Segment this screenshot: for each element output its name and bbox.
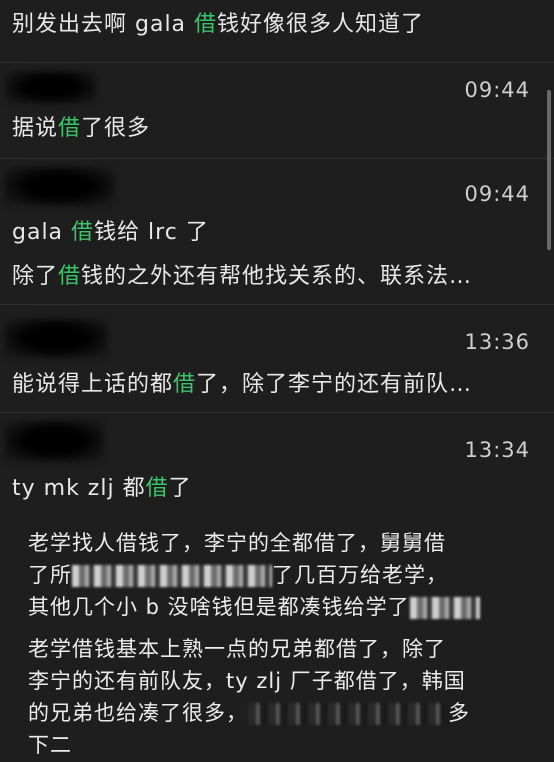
message-text[interactable]: 据说借了很多 — [12, 110, 150, 142]
quote-line: 李宁的还有前队友，ty zlj 厂子都借了，韩国 — [28, 669, 466, 693]
quote-line: 的兄弟也给凑了很多，多 — [28, 701, 470, 725]
highlight-keyword: 借 — [173, 372, 197, 397]
quote-line: 其他几个小 b 没啥钱但是都凑钱给学了 — [28, 590, 480, 624]
highlight-keyword: 借 — [194, 12, 218, 37]
divider — [0, 304, 554, 305]
scrollbar[interactable] — [547, 90, 551, 250]
message-text[interactable]: gala 借钱给 lrc 了 — [12, 214, 209, 246]
divider — [0, 158, 554, 159]
message-text[interactable]: ty mk zlj 都借了 — [12, 470, 192, 502]
quote-line: 下二 — [28, 733, 72, 757]
message-time: 13:36 — [464, 330, 530, 354]
redacted-sender — [4, 318, 108, 358]
divider — [0, 62, 554, 63]
redacted-sender — [6, 70, 96, 104]
message-time: 09:44 — [464, 78, 530, 102]
highlight-keyword: 借 — [145, 476, 169, 501]
message-text: 别发出去啊 gala 借钱好像很多人知道了 — [12, 12, 425, 37]
message-time: 09:44 — [464, 182, 530, 206]
quote-line: 老学找人借钱了，李宁的全都借了，舅舅借 — [28, 531, 446, 555]
highlight-keyword: 借 — [58, 116, 82, 141]
highlight-keyword: 借 — [71, 220, 95, 245]
message-text[interactable]: 除了借钱的之外还有帮他找关系的、联系法… — [12, 258, 472, 290]
message-time: 13:34 — [464, 438, 530, 462]
redacted-mosaic — [409, 597, 480, 619]
quote-line: 老学借钱基本上熟一点的兄弟都借了，除了 — [28, 637, 446, 661]
redacted-mosaic — [72, 565, 272, 587]
redacted-mosaic — [248, 703, 448, 725]
message-text[interactable]: 能说得上话的都借了，除了李宁的还有前队… — [12, 366, 472, 398]
redacted-sender — [4, 166, 114, 206]
quote-line: 了所 了几百万给老学， — [28, 563, 448, 587]
divider — [0, 412, 554, 413]
redacted-sender — [4, 420, 104, 462]
highlight-keyword: 借 — [58, 264, 82, 289]
